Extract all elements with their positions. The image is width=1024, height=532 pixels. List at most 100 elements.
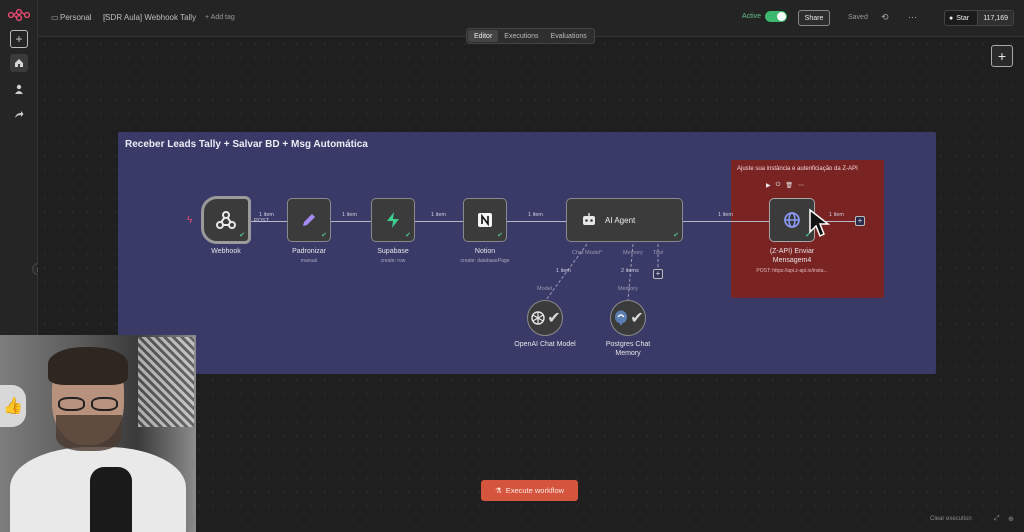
success-check-icon: ✔ [630, 310, 644, 327]
webhook-icon [216, 211, 236, 229]
more-icon[interactable]: ⋯ [798, 182, 804, 189]
padronizar-node-subtitle: manual [300, 258, 318, 264]
conn-label: 1 item [829, 212, 844, 218]
supabase-node-subtitle: create: row [380, 258, 406, 264]
folder-icon: ▭ [51, 13, 59, 22]
flask-icon: ⚗ [494, 486, 502, 495]
padronizar-node-label: Padronizar [292, 248, 326, 255]
supabase-node-label: Supabase [377, 248, 409, 255]
connection-padronizar-supabase [331, 221, 371, 222]
active-toggle[interactable] [765, 11, 788, 22]
sticky-note-title: Receber Leads Tally + Salvar BD + Msg Au… [125, 139, 368, 150]
zapi-node-label-line2: Mensagem4 [772, 257, 812, 264]
webhook-node[interactable]: ✔ [201, 196, 251, 244]
star-count: 117,169 [977, 11, 1013, 25]
add-tag-button[interactable]: + Add tag [205, 14, 235, 21]
execute-workflow-button[interactable]: ⚗ Execute workflow [481, 480, 578, 501]
openai-chat-model-node[interactable]: ✔ [527, 300, 563, 336]
trigger-bolt-icon: ϟ [187, 215, 193, 226]
notion-node[interactable]: ✔ [463, 198, 507, 242]
sticky-note-zapi-text: Ajuste sua instância e autenficiação da … [737, 166, 858, 172]
zoom-icon[interactable]: ⊕ [1008, 515, 1014, 523]
padronizar-node[interactable]: ✔ [287, 198, 331, 242]
home-icon[interactable] [10, 54, 28, 72]
success-check-icon: ✔ [547, 310, 561, 327]
github-star-button[interactable]: ● Star 117,169 [944, 10, 1014, 26]
robot-icon [583, 213, 595, 225]
tab-evaluations[interactable]: Evaluations [545, 30, 593, 42]
webcam-person-beard [56, 415, 122, 451]
notion-icon [478, 213, 492, 227]
execute-workflow-label: Execute workflow [505, 486, 565, 495]
port-chat-model: Chat Model* [572, 250, 603, 256]
webcam-person-glasses [58, 397, 120, 411]
memory-port-label: Memory [618, 286, 638, 292]
create-plus-button[interactable]: + [10, 30, 28, 48]
saved-status: Saved [848, 14, 868, 21]
history-icon[interactable]: ⟲ [881, 12, 889, 23]
ai-agent-node[interactable]: AI Agent ✔ [566, 198, 683, 242]
postgres-node-label-line1: Postgres Chat [605, 341, 651, 348]
notion-node-subtitle: create: databasePage [460, 258, 510, 264]
tab-executions[interactable]: Executions [498, 30, 544, 42]
postgres-memory-node[interactable]: ✔ [610, 300, 646, 336]
notion-node-label: Notion [474, 248, 496, 255]
conn-label: 1 item [556, 268, 571, 274]
port-tool: Tool [653, 250, 664, 256]
conn-label: 1 item [342, 212, 357, 218]
postgres-icon [615, 310, 628, 325]
webcam-overlay: 👍 [0, 335, 196, 532]
thumbs-up-icon: 👍 [0, 385, 26, 427]
zapi-node-subtitle: POST: https://api.z-api.io/insta... [756, 268, 828, 274]
active-label: Active [742, 13, 762, 20]
user-icon[interactable] [10, 80, 28, 98]
conn-label: 1 item [431, 212, 446, 218]
success-check-icon: ✔ [405, 232, 411, 239]
supabase-node[interactable]: ✔ [371, 198, 415, 242]
active-switch[interactable]: Active [742, 11, 788, 22]
webcam-person-hair [48, 347, 128, 385]
openai-icon [531, 311, 545, 325]
view-tabs: Editor Executions Evaluations [466, 28, 595, 44]
connection-notion-ai-agent [507, 221, 566, 222]
tab-editor[interactable]: Editor [468, 30, 499, 42]
success-check-icon: ✔ [497, 232, 503, 239]
workspace-breadcrumb[interactable]: Personal [60, 13, 92, 22]
webhook-node-label: Webhook [211, 248, 241, 255]
success-check-icon: ✔ [321, 232, 327, 239]
n8n-logo-icon[interactable] [7, 8, 31, 24]
add-node-button[interactable]: + [991, 45, 1013, 67]
ai-agent-node-label: AI Agent [605, 215, 636, 225]
conn-label: 2 items [621, 268, 639, 274]
mouse-cursor-icon [809, 208, 830, 238]
success-check-icon: ✔ [673, 232, 679, 239]
success-check-icon: ✔ [239, 232, 245, 239]
postgres-node-label-line2: Memory [615, 350, 641, 357]
conn-method-label: POST [254, 218, 269, 224]
clear-execution-button[interactable]: Clear execution [930, 516, 972, 522]
star-label: Star [956, 14, 970, 22]
zapi-node-label-line1: (Z-API) Enviar [769, 248, 815, 255]
pencil-icon [303, 214, 315, 226]
trash-icon[interactable]: 🗑 [785, 182, 793, 189]
microphone-icon [90, 467, 132, 532]
add-next-node-button[interactable]: + [855, 216, 865, 226]
port-memory: Memory [623, 250, 643, 256]
model-port-label: Model [537, 286, 552, 292]
conn-label: 1 item [528, 212, 543, 218]
connection-supabase-notion [415, 221, 463, 222]
workflow-name[interactable]: [SDR Aula] Webhook Tally [103, 13, 196, 22]
supabase-icon [387, 212, 399, 228]
power-icon[interactable]: ⏻ [776, 182, 781, 189]
openai-node-label: OpenAI Chat Model [514, 341, 576, 348]
connection-ai-agent-zapi [683, 221, 769, 222]
fit-view-icon[interactable]: ⤢ [994, 515, 1000, 523]
add-tool-button[interactable]: + [653, 269, 663, 279]
github-icon: ● [949, 14, 954, 22]
conn-label: 1 item [718, 212, 733, 218]
globe-icon [784, 212, 800, 228]
share-button[interactable]: Share [798, 10, 830, 26]
share-arrow-icon[interactable] [10, 105, 28, 123]
more-options-icon[interactable]: ⋯ [908, 12, 917, 23]
play-icon[interactable]: ▶ [766, 182, 771, 189]
